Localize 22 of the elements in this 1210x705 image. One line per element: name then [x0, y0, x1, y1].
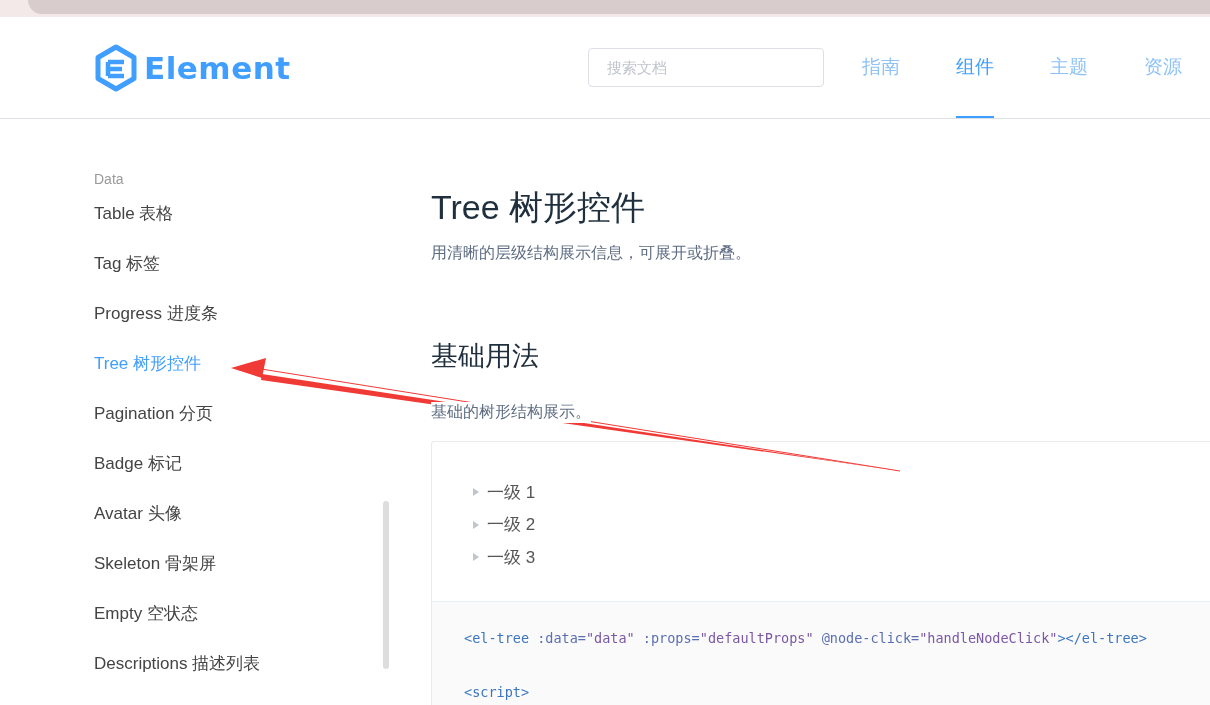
sidebar-item[interactable]: Table 表格: [94, 189, 400, 239]
scrollbar[interactable]: [383, 501, 389, 669]
code-line: <script>: [464, 682, 530, 702]
sidebar-item[interactable]: Tag 标签: [94, 239, 400, 289]
sidebar-group-title: Data: [94, 170, 125, 189]
code-line: <el-tree :data="data" :props="defaultProps" @node-click="handleNodeClick"></el-tree>: [464, 628, 1147, 648]
page-description: 用清晰的层级结构展示信息，可展开或折叠。: [431, 243, 752, 263]
tree-node[interactable]: 一级 3: [472, 541, 536, 574]
sidebar-item[interactable]: Descriptions 描述列表: [94, 639, 400, 689]
logo-icon: [94, 43, 138, 92]
section-title: 基础用法: [431, 340, 540, 373]
search-field[interactable]: 搜索文档: [588, 48, 824, 87]
tree-node[interactable]: 一级 1: [472, 476, 536, 509]
sidebar-item[interactable]: Skeleton 骨架屏: [94, 539, 400, 589]
sidebar-item[interactable]: Badge 标记: [94, 439, 400, 489]
sidebar-item[interactable]: Progress 进度条: [94, 289, 400, 339]
sidebar-item[interactable]: Empty 空状态: [94, 589, 400, 639]
sidebar-item[interactable]: Avatar 头像: [94, 489, 400, 539]
section-description: 基础的树形结构展示。: [431, 402, 591, 423]
page-title: Tree 树形控件: [431, 187, 647, 228]
tree-node[interactable]: 一级 2: [472, 508, 536, 541]
sidebar-item[interactable]: Pagination 分页: [94, 389, 400, 439]
